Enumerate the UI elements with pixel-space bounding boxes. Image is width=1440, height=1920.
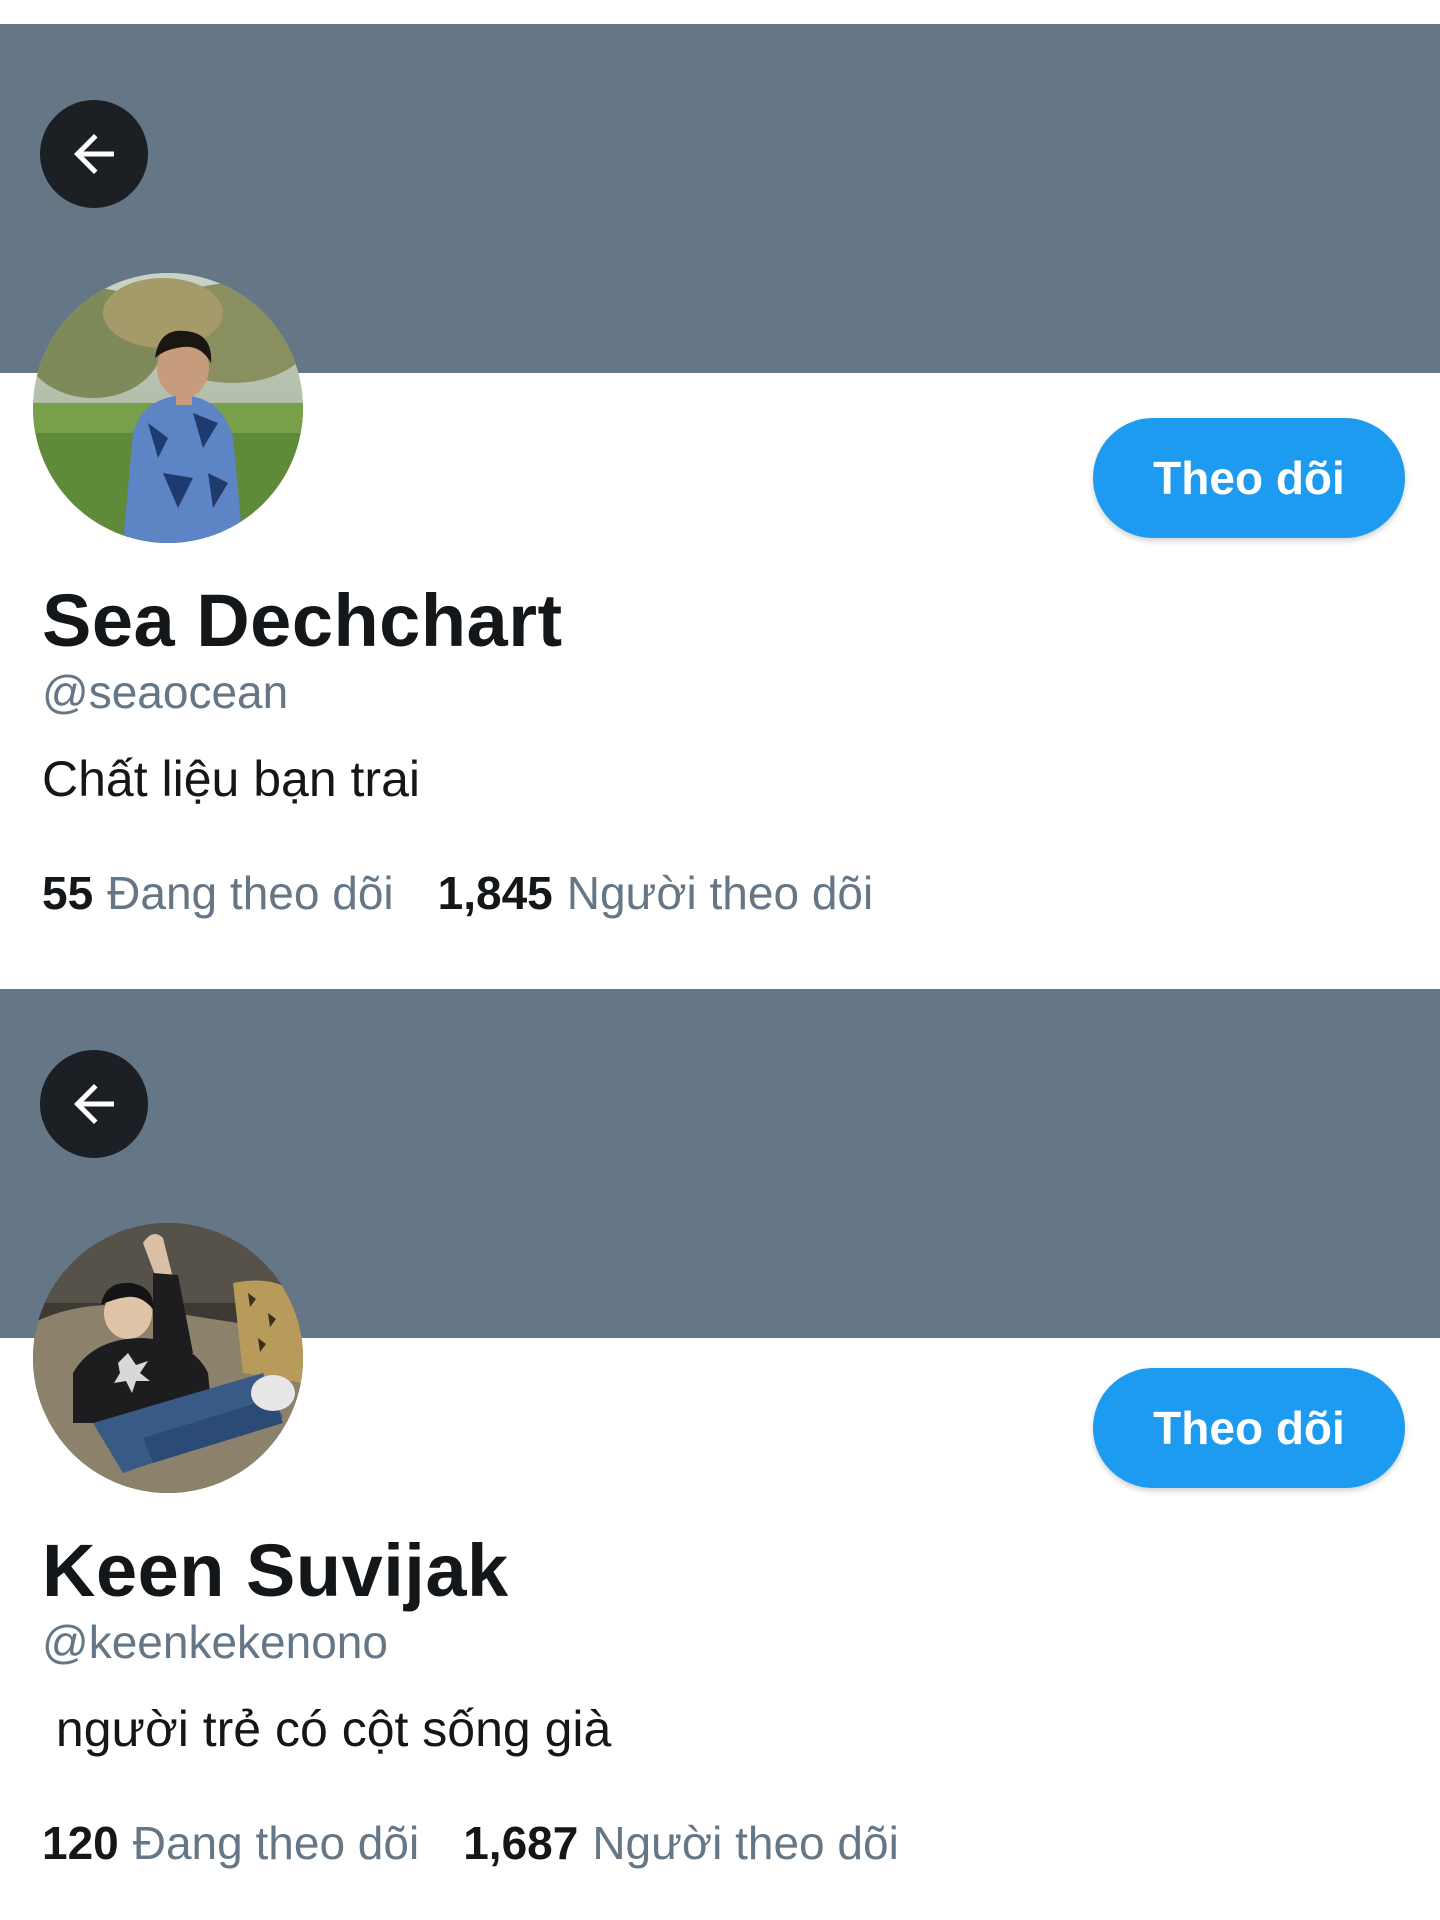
followers-label: Người theo dõi xyxy=(566,867,874,919)
followers-stat[interactable]: 1,845 Người theo dõi xyxy=(438,866,874,920)
following-label: Đang theo dõi xyxy=(107,867,394,919)
following-count: 120 xyxy=(42,1817,119,1869)
avatar[interactable] xyxy=(33,273,303,543)
follow-button[interactable]: Theo dõi xyxy=(1093,418,1405,538)
followers-label: Người theo dõi xyxy=(592,1817,899,1869)
following-count: 55 xyxy=(42,867,94,919)
avatar-photo xyxy=(33,273,303,543)
arrow-left-icon xyxy=(74,1084,114,1124)
followers-count: 1,687 xyxy=(463,1817,579,1869)
profile-card: Theo dõi Sea Dechchart @seaocean Chất li… xyxy=(0,0,1440,950)
display-name: Keen Suvijak xyxy=(42,1529,509,1612)
bio: người trẻ có cột sống già xyxy=(42,1701,612,1757)
back-button[interactable] xyxy=(40,100,148,208)
follow-button[interactable]: Theo dõi xyxy=(1093,1368,1405,1488)
followers-stat[interactable]: 1,687 Người theo dõi xyxy=(463,1816,899,1870)
avatar-photo xyxy=(33,1223,303,1493)
display-name: Sea Dechchart xyxy=(42,579,563,662)
profile-card: Theo dõi Keen Suvijak @keenkekenono ngườ… xyxy=(0,950,1440,1900)
profile-stats: 55 Đang theo dõi 1,845 Người theo dõi xyxy=(42,866,873,920)
user-handle: @keenkekenono xyxy=(42,1616,388,1668)
following-label: Đang theo dõi xyxy=(132,1817,420,1869)
following-stat[interactable]: 55 Đang theo dõi xyxy=(42,866,394,920)
following-stat[interactable]: 120 Đang theo dõi xyxy=(42,1816,419,1870)
bio: Chất liệu bạn trai xyxy=(42,751,421,807)
arrow-left-icon xyxy=(74,134,114,174)
followers-count: 1,845 xyxy=(437,867,553,919)
profile-stats: 120 Đang theo dõi 1,687 Người theo dõi xyxy=(42,1816,899,1870)
user-handle: @seaocean xyxy=(42,666,289,718)
back-button[interactable] xyxy=(40,1050,148,1158)
avatar[interactable] xyxy=(33,1223,303,1493)
